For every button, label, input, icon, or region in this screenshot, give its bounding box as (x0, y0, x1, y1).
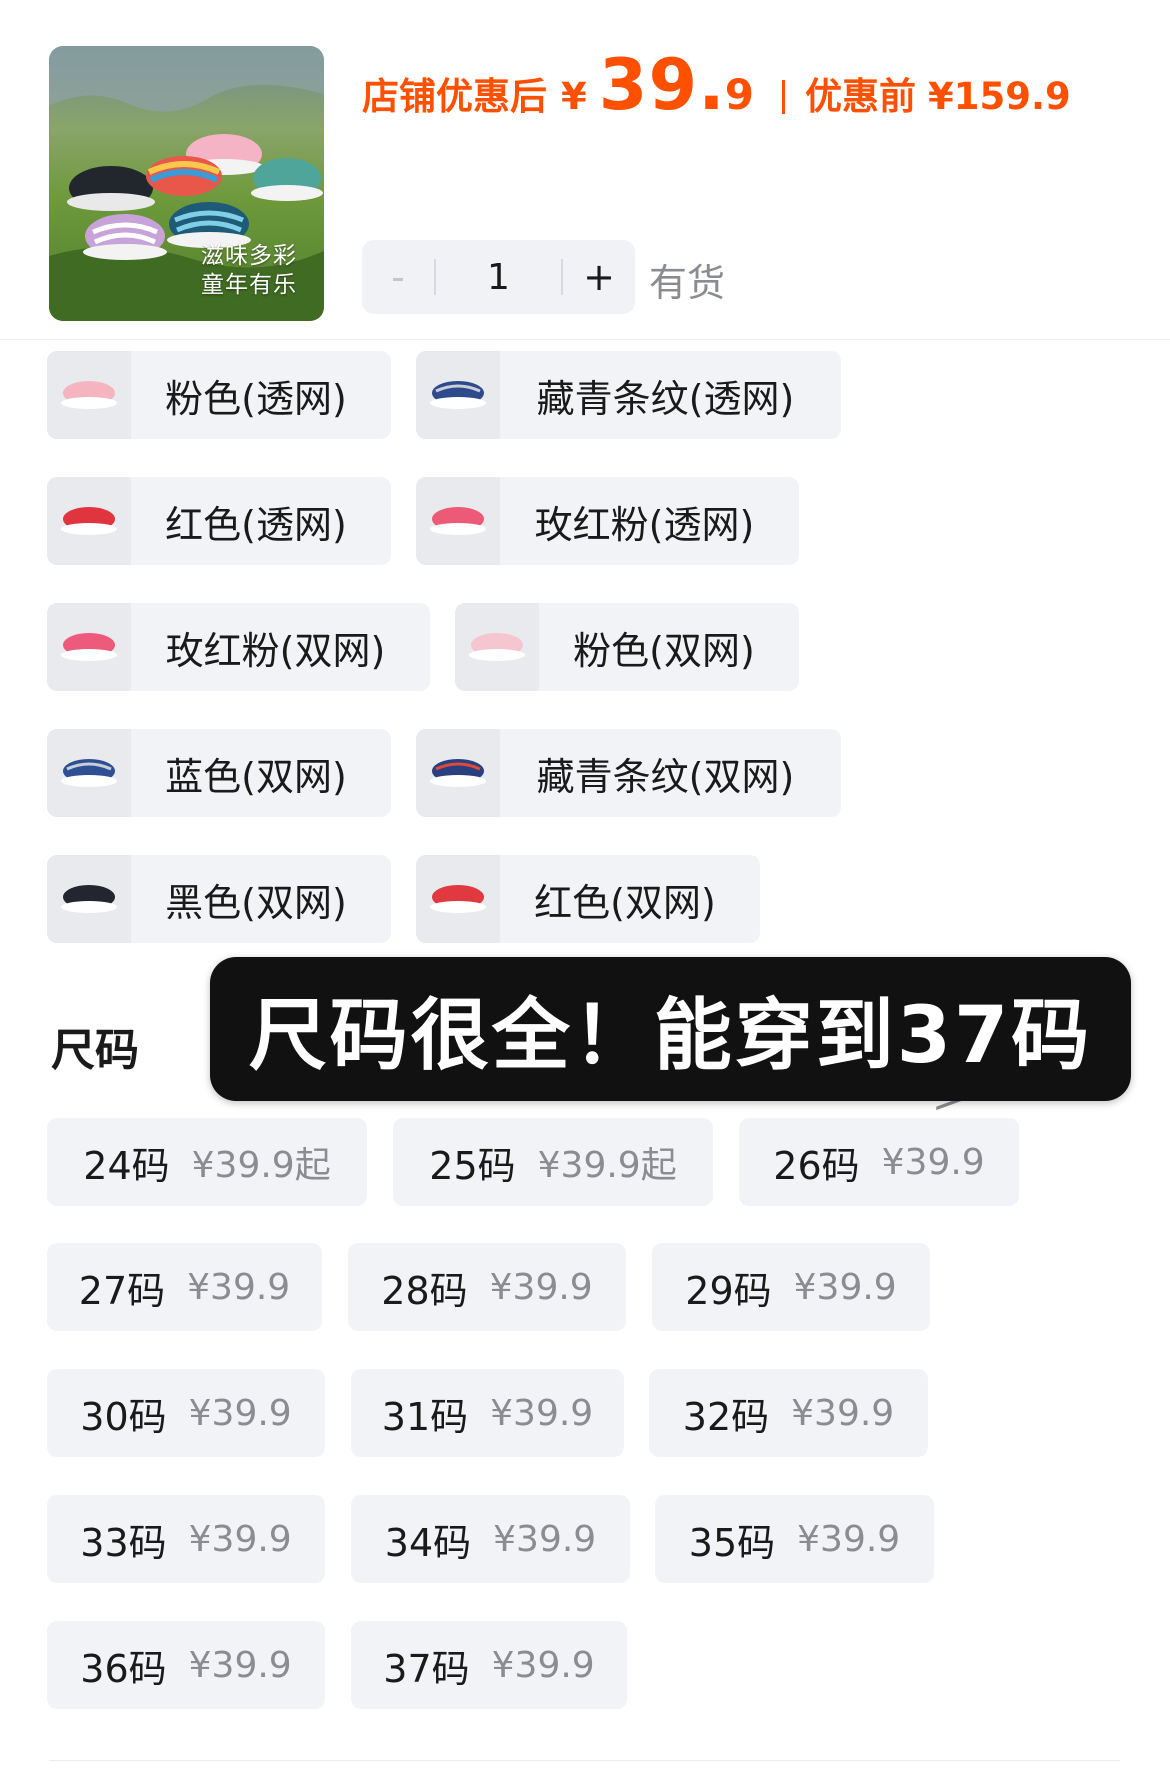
color-option[interactable]: 玫红粉(双网) (47, 603, 430, 691)
color-option[interactable]: 红色(双网) (416, 855, 760, 943)
color-option-label: 玫红粉(双网) (165, 628, 386, 673)
size-label: 27码 (78, 1268, 166, 1313)
color-option-label: 黑色(双网) (165, 880, 347, 925)
size-label: 30码 (80, 1394, 167, 1439)
color-option-label: 藏青条纹(透网) (536, 376, 795, 421)
color-option[interactable]: 黑色(双网) (47, 855, 391, 943)
size-option[interactable]: 27码 ¥39.9 (47, 1243, 322, 1331)
size-price: ¥39.9 (188, 1392, 292, 1434)
thumb-caption-line1: 滋味多彩 (201, 243, 297, 269)
size-option[interactable]: 25码 ¥39.9起 (393, 1118, 713, 1206)
shoe-swatch-icon (47, 729, 131, 817)
shoe-swatch-icon (47, 855, 131, 943)
size-price: ¥39.9起 (191, 1145, 331, 1186)
size-price: ¥39.9 (493, 1518, 597, 1560)
shoe-swatch-icon (455, 603, 539, 691)
price-line: 店铺优惠后 ¥ 39 . 9 优惠前 ¥159.9 (362, 44, 1071, 134)
size-section-title: 尺码 (51, 1025, 139, 1076)
decrease-button[interactable]: - (362, 255, 434, 299)
size-option[interactable]: 37码 ¥39.9 (351, 1621, 627, 1709)
color-option[interactable]: 蓝色(双网) (47, 729, 391, 817)
size-option[interactable]: 35码 ¥39.9 (655, 1495, 934, 1583)
color-option-label: 红色(双网) (534, 880, 716, 925)
size-label: 29码 (685, 1268, 772, 1313)
color-option[interactable]: 藏青条纹(双网) (416, 729, 841, 817)
color-option[interactable]: 红色(透网) (47, 477, 391, 565)
shoe-swatch-icon (416, 477, 500, 565)
price-decimal: 9 (724, 70, 754, 119)
original-price: ¥159.9 (928, 75, 1071, 118)
price-dot: . (698, 44, 725, 126)
size-option[interactable]: 31码 ¥39.9 (351, 1369, 624, 1457)
product-thumbnail[interactable]: 滋味多彩 童年有乐 (49, 46, 324, 321)
size-price: ¥39.9 (793, 1266, 897, 1308)
size-price: ¥39.9 (187, 1266, 291, 1308)
size-option[interactable]: 33码 ¥39.9 (47, 1495, 325, 1583)
size-option[interactable]: 29码 ¥39.9 (652, 1243, 930, 1331)
divider (0, 339, 1170, 340)
color-option-label: 粉色(双网) (573, 628, 755, 673)
size-price: ¥39.9起 (537, 1145, 677, 1186)
size-price: ¥39.9 (490, 1392, 594, 1434)
size-price: ¥39.9 (791, 1392, 895, 1434)
shoe-swatch-icon (47, 351, 131, 439)
color-option-label: 蓝色(双网) (165, 754, 347, 799)
price-integer: 39 (598, 44, 699, 126)
size-option[interactable]: 36码 ¥39.9 (47, 1621, 325, 1709)
size-label: 34码 (384, 1520, 472, 1565)
size-price: ¥39.9 (489, 1266, 593, 1308)
thumb-caption-line2: 童年有乐 (201, 272, 297, 298)
size-label: 36码 (80, 1646, 167, 1691)
size-label: 26码 (773, 1143, 860, 1188)
size-price: ¥39.9 (797, 1518, 901, 1560)
shoe-swatch-icon (416, 855, 500, 943)
color-option-label: 玫红粉(透网) (534, 502, 755, 547)
increase-button[interactable]: + (563, 255, 635, 299)
size-label: 33码 (80, 1520, 167, 1565)
size-option[interactable]: 32码 ¥39.9 (649, 1369, 928, 1457)
quantity-stepper: - 1 + (362, 240, 635, 314)
divider (49, 1760, 1120, 1761)
color-option-label: 藏青条纹(双网) (536, 754, 795, 799)
color-option[interactable]: 玫红粉(透网) (416, 477, 799, 565)
size-label: 24码 (83, 1143, 170, 1188)
size-price: ¥39.9 (491, 1644, 595, 1686)
color-option-label: 粉色(透网) (165, 376, 347, 421)
size-option[interactable]: 34码 ¥39.9 (351, 1495, 630, 1583)
shoe-swatch-icon (47, 603, 131, 691)
size-label: 28码 (381, 1268, 468, 1313)
color-option-label: 红色(透网) (165, 502, 347, 547)
discount-label: 店铺优惠后 (362, 75, 547, 118)
size-option[interactable]: 24码 ¥39.9起 (47, 1118, 367, 1206)
shoe-swatch-icon (416, 729, 500, 817)
stock-status: 有货 (649, 261, 726, 305)
color-option[interactable]: 粉色(透网) (47, 351, 391, 439)
color-option[interactable]: 藏青条纹(透网) (416, 351, 841, 439)
shoe-swatch-icon (47, 477, 131, 565)
size-option[interactable]: 30码 ¥39.9 (47, 1369, 325, 1457)
size-price: ¥39.9 (881, 1141, 985, 1183)
size-price: ¥39.9 (188, 1518, 292, 1560)
size-label: 31码 (381, 1394, 469, 1439)
overlay-banner: 尺码很全！能穿到37码 (210, 957, 1131, 1101)
size-label: 32码 (682, 1394, 770, 1439)
size-price: ¥39.9 (188, 1644, 292, 1686)
size-label: 35码 (688, 1520, 776, 1565)
original-label: 优惠前 (805, 75, 916, 118)
price-separator (782, 80, 785, 114)
color-option[interactable]: 粉色(双网) (455, 603, 799, 691)
shoe-swatch-icon (416, 351, 500, 439)
size-option[interactable]: 28码 ¥39.9 (348, 1243, 626, 1331)
size-label: 25码 (429, 1143, 516, 1188)
quantity-value[interactable]: 1 (436, 257, 561, 298)
size-label: 37码 (383, 1646, 470, 1691)
thumb-caption: 滋味多彩 童年有乐 (201, 242, 297, 300)
currency-symbol: ¥ (561, 75, 587, 118)
size-option[interactable]: 26码 ¥39.9 (739, 1118, 1019, 1206)
